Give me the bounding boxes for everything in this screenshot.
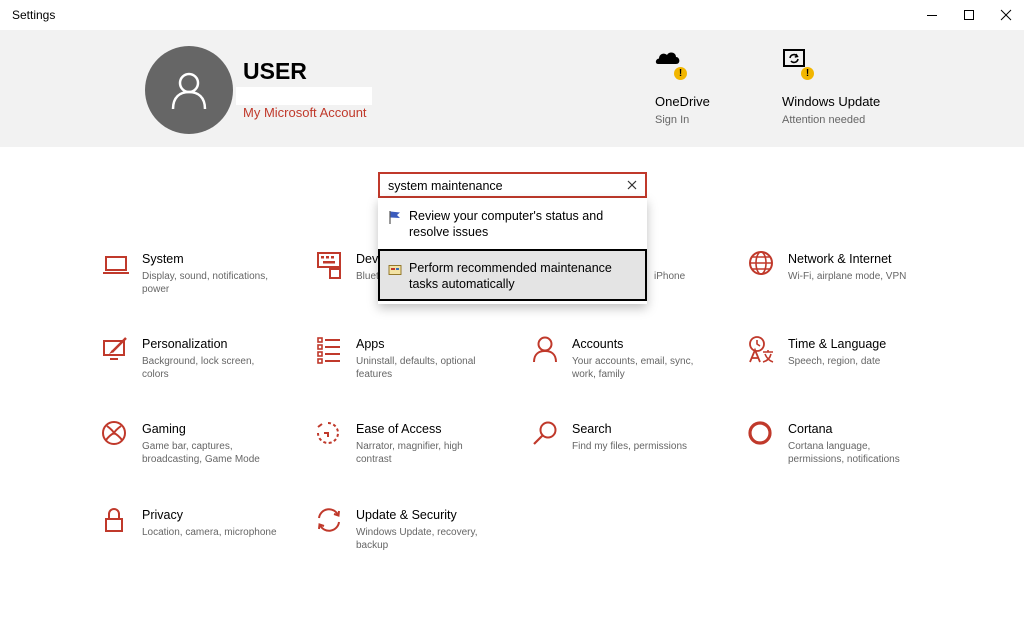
minimize-icon [927,15,937,16]
category-description: Narrator, magnifier, high contrast [356,441,463,465]
close-icon [1000,9,1012,21]
category-description: Windows Update, recovery, backup [356,527,478,551]
avatar[interactable] [145,46,233,134]
maximize-button[interactable] [952,0,986,30]
onedrive-shortcut[interactable]: ! OneDrive Sign In [655,48,710,126]
laptop-icon [103,256,129,274]
xbox-icon [102,421,126,445]
category-name: Personalization [142,337,228,351]
title-bar: Settings [0,0,1024,30]
category-name: Privacy [142,508,183,522]
maximize-icon [964,10,974,20]
search-input[interactable] [388,177,618,195]
category-description: Uninstall, defaults, optional features [356,356,476,380]
lock-icon [105,508,123,532]
ease-of-access-icon [317,422,339,444]
user-silhouette-icon [171,72,207,110]
category-name: Gaming [142,422,186,436]
control-panel-icon [388,265,402,275]
onedrive-label: OneDrive [655,94,710,109]
windows-update-status: Attention needed [782,114,866,126]
category-name: Update & Security [356,508,457,522]
search-suggestions: Review your computer's status and resolv… [378,198,647,304]
category-description: Location, camera, microphone [142,527,277,538]
category-apps[interactable]: Apps Uninstall, defaults, optional featu… [316,336,516,396]
category-search[interactable]: Search Find my files, permissions [532,421,732,481]
category-description: Display, sound, notifications, power [142,271,268,295]
account-header: USER My Microsoft Account ! OneDrive Sig… [0,30,1024,147]
flag-icon [389,211,400,224]
category-name: Accounts [572,337,624,351]
windows-update-label: Windows Update [782,94,881,109]
warning-badge-icon: ! [801,67,814,80]
category-name: Cortana [788,422,833,436]
category-accounts[interactable]: Accounts Your accounts, email, sync, wor… [532,336,732,396]
category-description: Your accounts, email, sync, work, family [572,356,694,380]
paintbrush-icon [103,337,127,360]
apps-list-icon [317,337,340,364]
category-description: Wi-Fi, airplane mode, VPN [788,271,907,282]
user-name: USER [243,58,307,84]
warning-badge-icon: ! [674,67,687,80]
category-personalization[interactable]: Personalization Background, lock screen,… [102,336,302,396]
category-name: Search [572,422,612,436]
category-name: Ease of Access [356,422,442,436]
window-title: Settings [12,8,56,22]
category-description: Speech, region, date [788,356,881,367]
category-name: Network & Internet [788,252,892,266]
cortana-icon [748,421,772,445]
search-icon [533,421,557,445]
minimize-button[interactable] [915,0,949,30]
category-system[interactable]: System Display, sound, notifications, po… [102,251,302,311]
category-description: Background, lock screen, colors [142,356,255,380]
category-network-internet[interactable]: Network & Internet Wi-Fi, airplane mode,… [748,251,948,311]
settings-search-box[interactable] [378,172,647,198]
category-name: Apps [356,337,385,351]
microsoft-account-link[interactable]: My Microsoft Account [243,105,367,120]
category-name: Time & Language [788,337,887,351]
close-button[interactable] [989,0,1023,30]
suggestion-label: Perform recommended maintenance tasks au… [409,261,612,291]
category-update-security[interactable]: Update & Security Windows Update, recove… [316,507,516,567]
suggestion-label: Review your computer's status and resolv… [409,209,604,239]
suggestion-maintenance-tasks[interactable]: Perform recommended maintenance tasks au… [378,249,647,301]
category-name: System [142,252,184,266]
keyboard-icon [317,252,341,279]
category-privacy[interactable]: Privacy Location, camera, microphone [102,507,302,567]
category-time-language[interactable]: Time & Language Speech, region, date [748,336,948,396]
category-cortana[interactable]: Cortana Cortana language, permissions, n… [748,421,948,481]
windows-update-shortcut[interactable]: ! Windows Update Attention needed [782,48,880,126]
category-gaming[interactable]: Gaming Game bar, captures, broadcasting,… [102,421,302,481]
category-description: Find my files, permissions [572,441,688,452]
sync-icon [318,508,340,532]
category-description: Game bar, captures, broadcasting, Game M… [142,441,260,465]
onedrive-status: Sign In [655,114,690,126]
person-icon [533,336,557,363]
category-description: Cortana language, permissions, notificat… [788,441,900,465]
category-ease-of-access[interactable]: Ease of Access Narrator, magnifier, high… [316,421,516,481]
globe-icon [749,251,773,275]
account-email-redacted [236,87,372,105]
time-language-icon [749,336,774,363]
clear-search-icon[interactable] [625,178,639,192]
suggestion-review-status[interactable]: Review your computer's status and resolv… [378,198,647,248]
